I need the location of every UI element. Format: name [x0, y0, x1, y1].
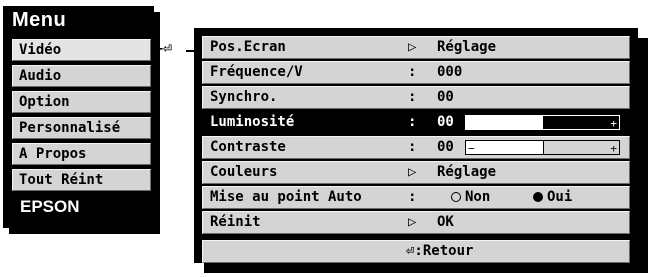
main-menu-panel: Menu Vidéo Audio Option Personnalisé A P… [3, 6, 154, 228]
row-value: Réglage [437, 39, 497, 55]
row-separator: : [408, 89, 417, 105]
row-label: Couleurs [210, 164, 278, 180]
row-synchro[interactable]: Synchro. : 00 [202, 86, 630, 109]
row-label: Contraste [210, 139, 286, 155]
connector-line [186, 50, 194, 52]
row-value: 00 [437, 139, 454, 155]
luminosite-slider[interactable]: − + [465, 115, 620, 130]
row-separator: : [408, 139, 417, 155]
main-menu: Menu Vidéo Audio Option Personnalisé A P… [3, 6, 160, 234]
submenu-panel: Pos.Ecran ▷ Réglage Fréquence/V : 000 Sy… [194, 28, 638, 263]
row-value: 000 [437, 64, 463, 80]
slider-fill [466, 116, 544, 129]
row-frequence[interactable]: Fréquence/V : 000 [202, 61, 630, 84]
triangle-right-icon: ▷ [408, 164, 417, 180]
triangle-right-icon: ▷ [408, 214, 417, 230]
slider-fill [466, 141, 544, 154]
return-label: ⏎:Retour [406, 243, 474, 259]
menu-title: Menu [12, 9, 67, 31]
minus-icon: − [468, 117, 475, 130]
row-label: Luminosité [210, 114, 295, 130]
row-pos-ecran[interactable]: Pos.Ecran ▷ Réglage [202, 36, 630, 59]
plus-icon: + [610, 117, 617, 130]
row-label: Réinit [210, 214, 261, 230]
menu-item-option[interactable]: Option [12, 91, 151, 113]
row-value: 00 [437, 89, 454, 105]
contraste-slider[interactable]: − + [465, 140, 620, 155]
menu-item-a-propos[interactable]: A Propos [12, 143, 151, 165]
row-value: Réglage [437, 164, 497, 180]
video-submenu: Pos.Ecran ▷ Réglage Fréquence/V : 000 Sy… [194, 28, 648, 273]
menu-item-tout-reint[interactable]: Tout Réint [12, 169, 151, 191]
plus-icon: + [610, 142, 617, 155]
row-label: Pos.Ecran [210, 39, 286, 55]
triangle-right-icon: ▷ [408, 39, 417, 55]
return-button[interactable]: ⏎:Retour [202, 240, 630, 263]
epson-logo: EPSON [12, 193, 151, 221]
radio-non-label: Non [465, 189, 491, 205]
radio-oui[interactable] [533, 192, 543, 202]
row-luminosite[interactable]: Luminosité : 00 − + [202, 111, 630, 134]
row-label: Fréquence/V [210, 64, 303, 80]
row-label: Synchro. [210, 89, 278, 105]
row-reinit[interactable]: Réinit ▷ OK [202, 211, 630, 234]
row-mise-au-point-auto[interactable]: Mise au point Auto : Non Oui [202, 186, 630, 209]
radio-oui-label: Oui [547, 189, 573, 205]
menu-item-video[interactable]: Vidéo [12, 39, 151, 61]
menu-item-audio[interactable]: Audio [12, 65, 151, 87]
enter-icon: ←⏎ [154, 39, 173, 57]
radio-non[interactable] [451, 192, 461, 202]
row-value: 00 [437, 114, 454, 130]
minus-icon: − [468, 142, 475, 155]
row-contraste[interactable]: Contraste : 00 − + [202, 136, 630, 159]
row-value: OK [437, 214, 454, 230]
row-separator: : [408, 64, 417, 80]
row-couleurs[interactable]: Couleurs ▷ Réglage [202, 161, 630, 184]
row-label: Mise au point Auto [210, 189, 362, 205]
menu-item-personnalise[interactable]: Personnalisé [12, 117, 151, 139]
row-separator: : [408, 189, 417, 205]
menu-connector: ←⏎ [148, 39, 194, 59]
row-separator: : [408, 114, 417, 130]
